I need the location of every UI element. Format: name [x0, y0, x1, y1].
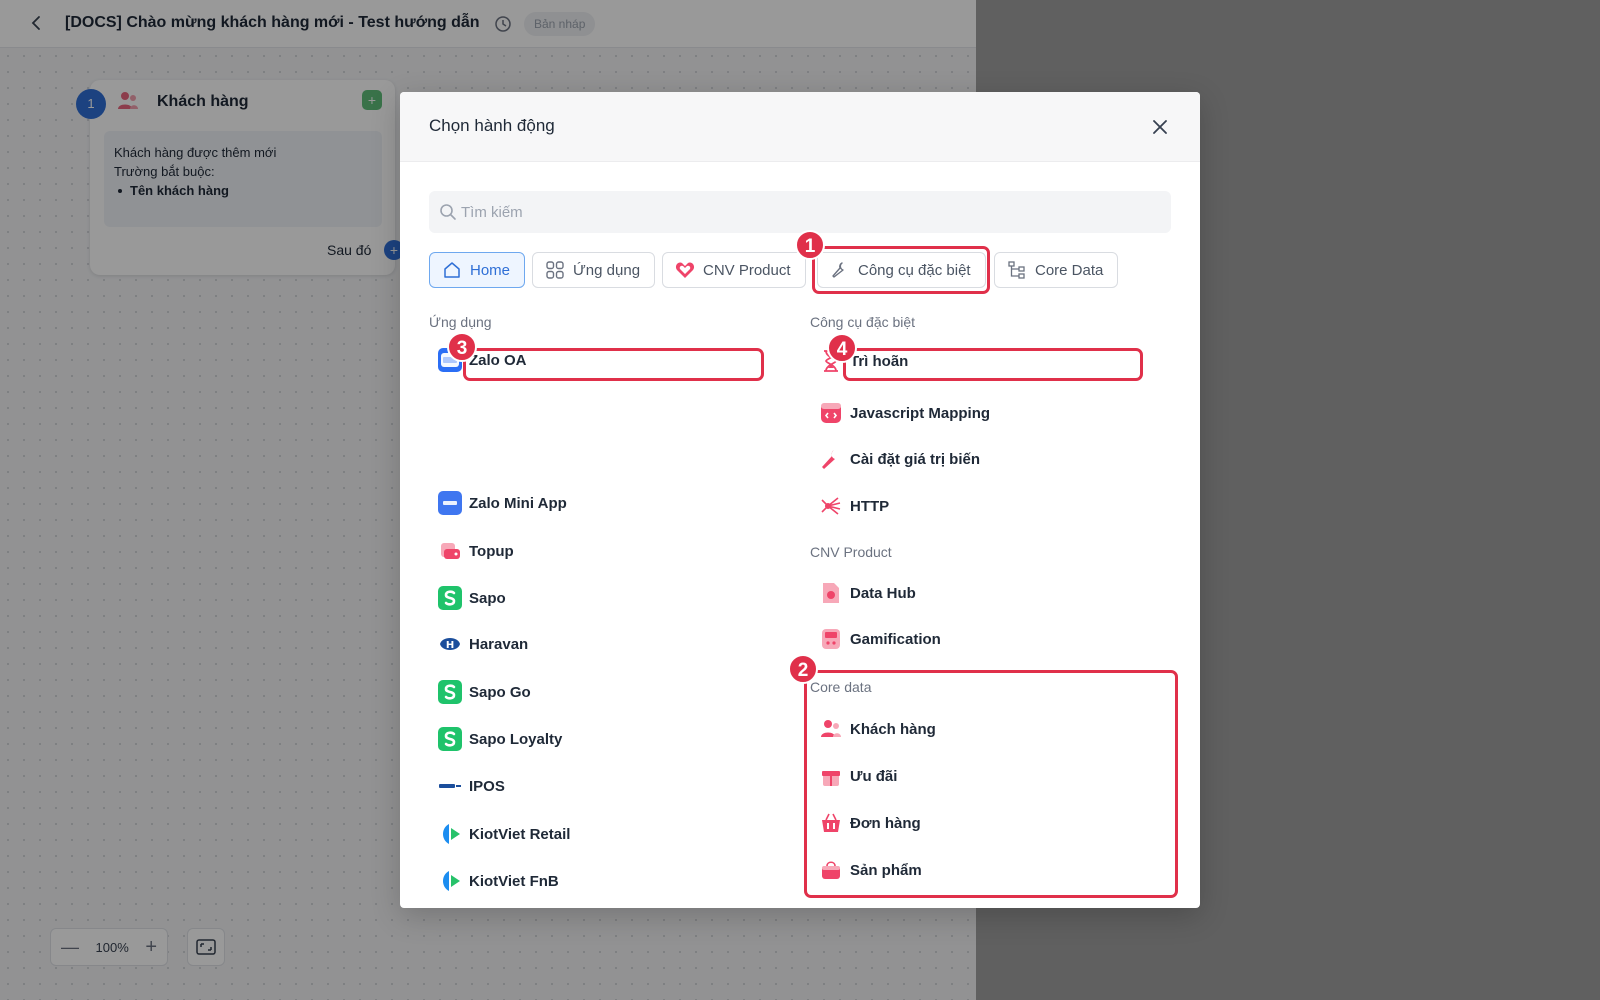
wrench-icon: [819, 447, 843, 471]
tab-ung-dung[interactable]: Ứng dụng: [532, 252, 656, 288]
action-uu-dai[interactable]: Ưu đãi: [819, 759, 897, 793]
haravan-icon: H: [438, 632, 462, 656]
item-label: Javascript Mapping: [850, 404, 991, 422]
tab-label: Home: [470, 261, 511, 279]
action-gamification[interactable]: Gamification: [819, 622, 941, 656]
item-label: Khách hàng: [850, 720, 936, 738]
tab-label: Công cụ đặc biệt: [858, 261, 971, 279]
action-ipos[interactable]: IPOS: [438, 769, 505, 803]
action-sapo-go[interactable]: Sapo Go: [438, 675, 531, 709]
item-label: Topup: [469, 542, 514, 560]
data-hub-icon: [819, 581, 843, 605]
kiotviet-retail-icon: [438, 822, 462, 846]
tab-cong-cu-dac-biet[interactable]: Công cụ đặc biệt: [817, 252, 986, 288]
item-label: Data Hub: [850, 584, 916, 602]
item-label: HTTP: [850, 497, 890, 515]
modal-header: Chọn hành động: [400, 92, 1200, 162]
sapo-go-icon: [438, 680, 462, 704]
close-icon: [1153, 120, 1167, 134]
item-label: Zalo OA: [469, 351, 527, 369]
item-label: Trì hoãn: [850, 352, 909, 370]
modal-title: Chọn hành động: [429, 116, 555, 135]
search-input[interactable]: [461, 191, 1161, 233]
section-cnv-product: CNV Product: [810, 544, 892, 560]
action-sapo-loyalty[interactable]: Sapo Loyalty: [438, 722, 562, 756]
annotation-marker-1: 1: [795, 230, 825, 260]
action-http[interactable]: HTTP: [819, 489, 889, 523]
ipos-icon: [438, 774, 462, 798]
gamification-icon: [819, 627, 843, 651]
home-icon: [442, 260, 462, 280]
item-label: Zalo Mini App: [469, 494, 567, 512]
action-don-hang[interactable]: Đơn hàng: [819, 806, 921, 840]
item-label: KiotViet Retail: [469, 825, 571, 843]
http-icon: [819, 494, 843, 518]
action-kiotviet-retail[interactable]: KiotViet Retail: [438, 817, 570, 851]
section-core-data: Core data: [810, 679, 872, 695]
zalo-mini-app-icon: [438, 491, 462, 515]
code-icon: [819, 401, 843, 425]
annotation-marker-4: 4: [827, 333, 857, 363]
tab-home[interactable]: Home: [429, 252, 526, 288]
close-button[interactable]: [1149, 116, 1171, 138]
tab-label: Core Data: [1035, 261, 1104, 279]
search-box: [429, 191, 1171, 233]
sapo-loyalty-icon: [438, 727, 462, 751]
action-data-hub[interactable]: Data Hub: [819, 576, 916, 610]
search-icon: [439, 203, 457, 221]
section-cong-cu-dac-biet: Công cụ đặc biệt: [810, 314, 916, 330]
annotation-marker-3: 3: [447, 332, 477, 362]
item-label: Sản phẩm: [850, 861, 922, 879]
kiotviet-fnb-icon: [438, 869, 462, 893]
tab-label: CNV Product: [703, 261, 791, 279]
action-zalo-mini-app[interactable]: Zalo Mini App: [438, 486, 567, 520]
tab-label: Ứng dụng: [573, 261, 641, 279]
basket-icon: [819, 811, 843, 835]
item-label: Haravan: [469, 635, 529, 653]
action-haravan[interactable]: H Haravan: [438, 627, 528, 661]
action-kiotviet-fnb[interactable]: KiotViet FnB: [438, 864, 559, 898]
annotation-marker-2: 2: [788, 654, 818, 684]
action-san-pham[interactable]: Sản phẩm: [819, 853, 922, 887]
svg-text:H: H: [446, 640, 454, 651]
heart-icon: [675, 260, 695, 280]
item-label: Sapo Go: [469, 683, 531, 701]
tab-cnv-product[interactable]: CNV Product: [662, 252, 806, 288]
users-icon: [819, 717, 843, 741]
item-label: Cài đặt giá trị biến: [850, 450, 981, 468]
wrench-icon: [830, 260, 850, 280]
action-topup[interactable]: Topup: [438, 534, 514, 568]
action-cai-dat-gia-tri-bien[interactable]: Cài đặt giá trị biến: [819, 442, 980, 476]
item-label: IPOS: [469, 777, 505, 795]
item-label: KiotViet FnB: [469, 872, 559, 890]
tab-core-data[interactable]: Core Data: [994, 252, 1119, 288]
section-ung-dung: Ứng dụng: [429, 314, 492, 330]
action-sapo[interactable]: Sapo: [438, 581, 506, 615]
sapo-icon: [438, 586, 462, 610]
topup-icon: [438, 539, 462, 563]
action-javascript-mapping[interactable]: Javascript Mapping: [819, 396, 990, 430]
tree-icon: [1007, 260, 1027, 280]
item-label: Sapo: [469, 589, 506, 607]
item-label: Gamification: [850, 630, 941, 648]
bag-icon: [819, 858, 843, 882]
item-label: Sapo Loyalty: [469, 730, 563, 748]
action-khach-hang[interactable]: Khách hàng: [819, 712, 936, 746]
grid-icon: [545, 260, 565, 280]
item-label: Đơn hàng: [850, 814, 921, 832]
choose-action-modal: Chọn hành động Home Ứng dụng CNV Product…: [400, 92, 1200, 908]
gift-icon: [819, 764, 843, 788]
item-label: Ưu đãi: [850, 767, 898, 785]
